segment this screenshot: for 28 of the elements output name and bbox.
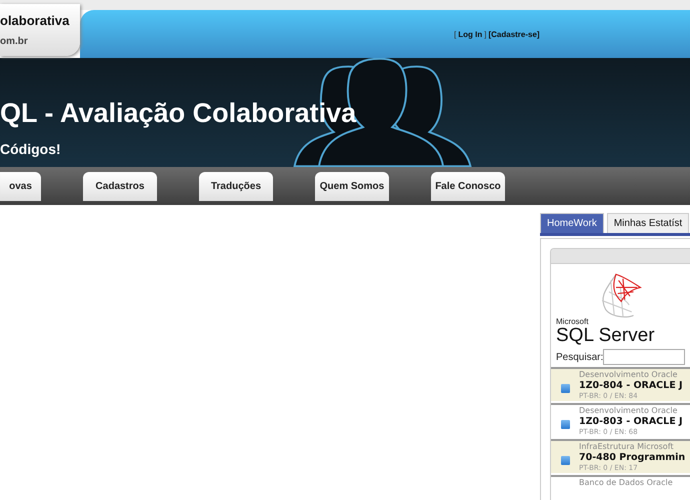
banner-subtitle: Códigos! [0, 141, 61, 157]
auth-link[interactable]: [Cadastre-se] [488, 30, 540, 38]
nav-tab[interactable]: ovas [0, 172, 41, 201]
auth-link[interactable]: Log In [458, 30, 482, 38]
item-category: InfraEstrutura Microsoft [579, 442, 675, 452]
item-title: 1Z0-803 - ORACLE J [579, 416, 683, 428]
site-name: olaborativa [0, 13, 70, 28]
nav-tab[interactable]: Quem Somos [315, 172, 389, 201]
info-icon [561, 420, 570, 429]
info-icon [561, 384, 570, 393]
search-field[interactable] [603, 349, 686, 365]
bracket: ] [484, 30, 486, 38]
item-title: 70-480 Programmin [579, 452, 686, 464]
item-category: Banco de Dados Oracle [579, 478, 674, 488]
nav-tab[interactable]: Cadastros [83, 172, 157, 201]
item-title: 1Z0-804 - ORACLE J [579, 380, 683, 392]
logo-brand: Microsoft [556, 318, 588, 326]
logo-product: SQL Server [556, 326, 655, 345]
nav-tab[interactable]: Traduções [199, 172, 273, 201]
nav-tab[interactable]: Fale Conosco [431, 172, 505, 201]
item-category: Desenvolvimento Oracle [579, 406, 678, 416]
bracket: [ [454, 30, 456, 38]
info-icon [561, 456, 570, 465]
item-category: Desenvolvimento Oracle [579, 370, 678, 380]
search-label: Pesquisar: [556, 352, 604, 362]
panel-tab[interactable]: HomeWork [540, 213, 604, 233]
panel-tab[interactable]: Minhas Estatíst [606, 213, 690, 233]
site-domain: om.br [0, 36, 29, 47]
